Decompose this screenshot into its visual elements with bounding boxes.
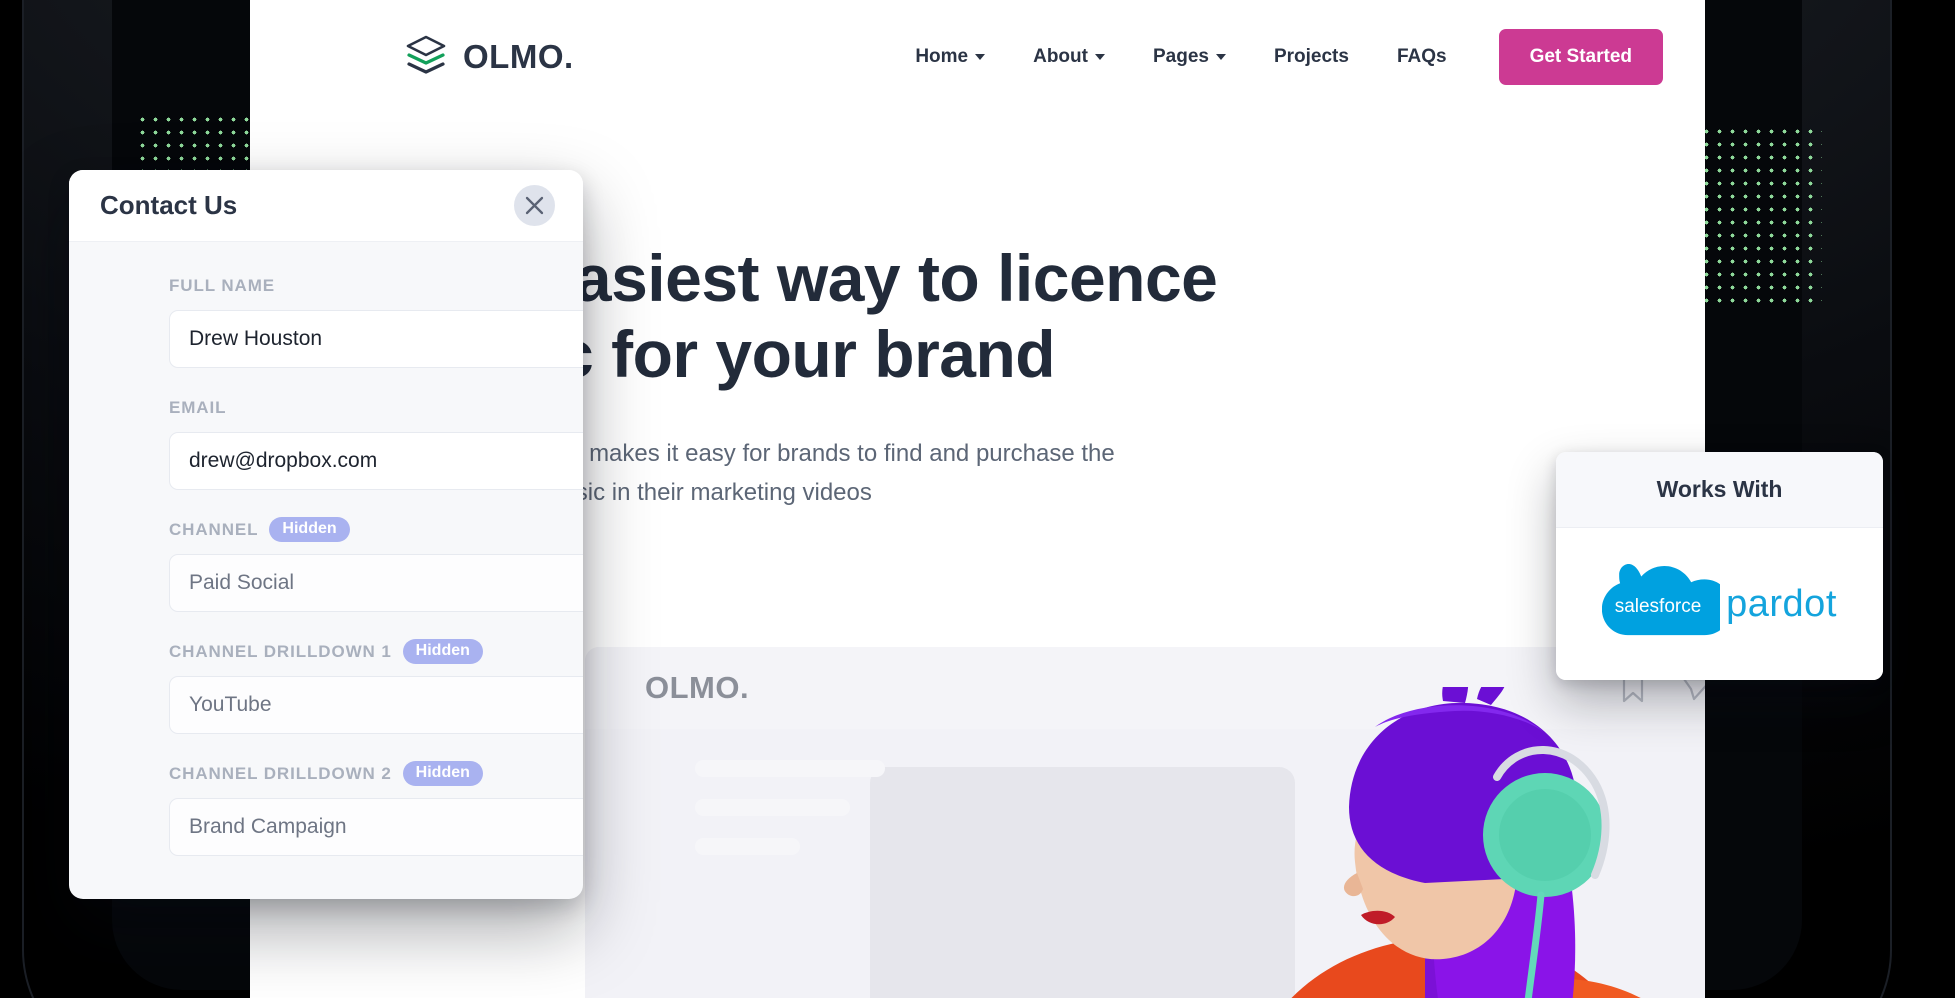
field-label-row: Full Name	[169, 272, 539, 299]
contact-form: Full Name Drew Houston Email drew@dropbo…	[69, 242, 583, 856]
field-label: Email	[169, 397, 227, 417]
channel-drilldown-1-input[interactable]: YouTube	[169, 676, 583, 734]
nav-item-projects[interactable]: Projects	[1250, 36, 1373, 78]
field-channel-drilldown-2: Channel Drilldown 2 Hidden Brand Campaig…	[169, 760, 583, 856]
nav-label: Pages	[1152, 45, 1209, 67]
screenshot-root: OLMO. Home About Pages Projects FAQs Get…	[0, 0, 1955, 998]
nav-label: About	[1033, 45, 1088, 67]
brand-name: OLMO.	[463, 37, 574, 75]
placeholder-bar	[695, 799, 850, 816]
nav-item-faqs[interactable]: FAQs	[1373, 36, 1471, 78]
placeholder-bar	[695, 838, 800, 855]
channel-input[interactable]: Paid Social	[169, 554, 583, 612]
product-mockup: OLMO.	[585, 647, 1705, 998]
hidden-badge: Hidden	[269, 517, 350, 542]
contact-us-modal: Contact Us Full Name Drew Houston Email …	[69, 170, 583, 899]
modal-title: Contact Us	[100, 190, 238, 220]
field-label-row: Channel Hidden	[169, 516, 539, 543]
placeholder-bar	[695, 760, 885, 777]
nav-item-pages[interactable]: Pages	[1129, 36, 1250, 78]
hidden-badge: Hidden	[402, 761, 483, 786]
nav-label: Projects	[1273, 45, 1349, 67]
close-button[interactable]	[514, 185, 555, 226]
hero-section: The easiest way to licence music for you…	[405, 240, 1615, 512]
main-nav: Home About Pages Projects FAQs Get Start…	[891, 28, 1663, 85]
email-input[interactable]: drew@dropbox.com	[169, 432, 583, 490]
dot-pattern-right	[1700, 125, 1822, 310]
field-label: Channel Drilldown 1	[169, 641, 392, 661]
close-icon	[525, 196, 544, 215]
nav-item-about[interactable]: About	[1009, 36, 1129, 78]
works-with-header: Works With	[1556, 452, 1883, 528]
site-header: OLMO. Home About Pages Projects FAQs Get…	[250, 0, 1705, 113]
stacked-layers-icon	[406, 35, 446, 74]
salesforce-cloud-icon: salesforce	[1602, 564, 1721, 636]
works-with-body: salesforce pardot	[1556, 528, 1883, 680]
nav-item-home[interactable]: Home	[891, 36, 1009, 78]
field-channel-drilldown-1: Channel Drilldown 1 Hidden YouTube	[169, 638, 583, 734]
works-with-title: Works With	[1656, 476, 1783, 502]
field-label: Channel Drilldown 2	[169, 763, 392, 783]
nav-label: Home	[915, 45, 969, 67]
field-label-row: Channel Drilldown 1 Hidden	[169, 638, 539, 665]
field-channel: Channel Hidden Paid Social	[169, 516, 583, 612]
get-started-button[interactable]: Get Started	[1498, 28, 1663, 85]
field-label: Channel	[169, 519, 259, 539]
full-name-input[interactable]: Drew Houston	[169, 310, 583, 368]
hidden-badge: Hidden	[402, 639, 483, 664]
nav-label: FAQs	[1396, 45, 1447, 67]
field-label: Full Name	[169, 275, 275, 295]
chevron-down-icon	[1094, 53, 1105, 60]
field-full-name: Full Name Drew Houston	[169, 272, 583, 368]
modal-header: Contact Us	[69, 170, 583, 242]
field-label-row: Channel Drilldown 2 Hidden	[169, 760, 539, 787]
works-with-card: Works With salesforce pardot	[1556, 452, 1883, 680]
field-email: Email drew@dropbox.com	[169, 394, 583, 490]
brand-logo[interactable]: OLMO.	[405, 35, 574, 79]
channel-drilldown-2-input[interactable]: Brand Campaign	[169, 798, 583, 856]
hero-model-photo	[1125, 687, 1705, 998]
mockup-logo: OLMO.	[645, 670, 750, 705]
field-label-row: Email	[169, 394, 539, 421]
pardot-wordmark: pardot	[1726, 582, 1837, 625]
salesforce-wordmark: salesforce	[1615, 596, 1702, 617]
chevron-down-icon	[975, 53, 986, 60]
chevron-down-icon	[1215, 53, 1226, 60]
